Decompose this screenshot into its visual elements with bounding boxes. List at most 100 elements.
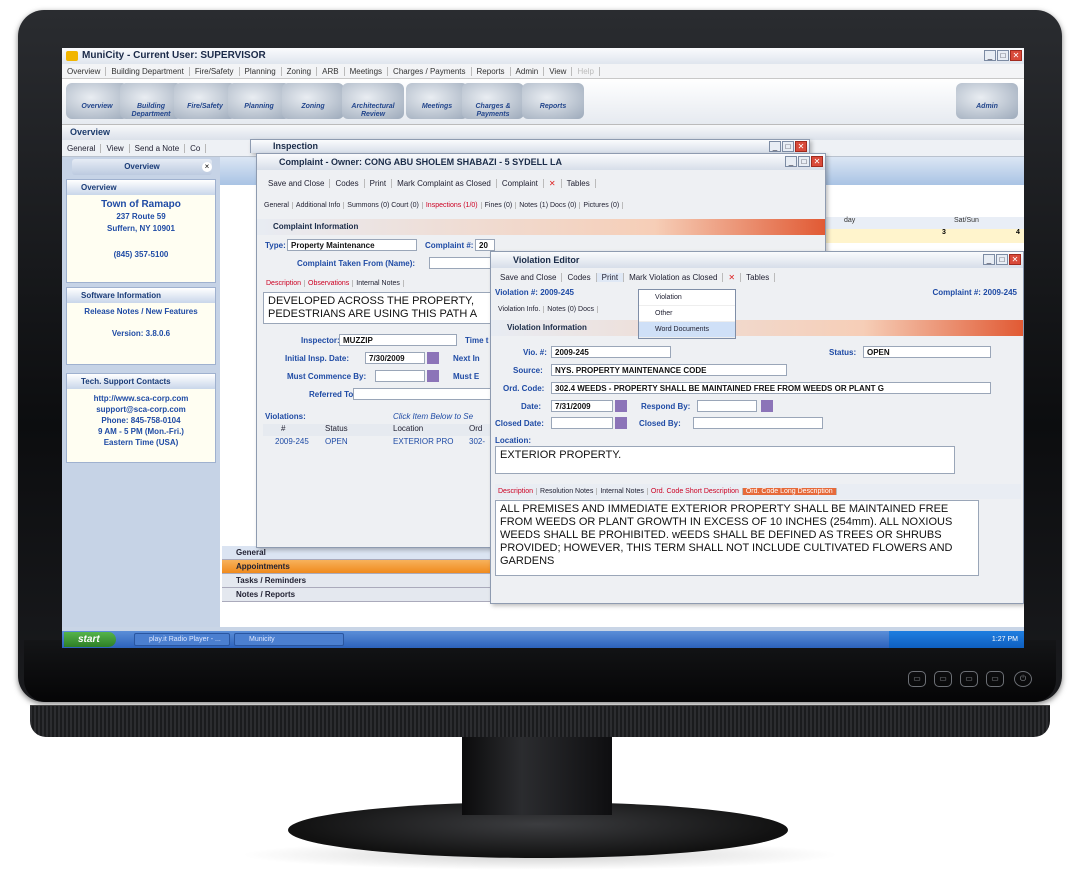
monitor-auto-button[interactable]: ▭: [934, 671, 952, 687]
date-field[interactable]: 7/31/2009: [551, 400, 613, 412]
print-menu-word-documents[interactable]: Word Documents: [639, 322, 735, 338]
support-website-link[interactable]: http://www.sca-corp.com: [69, 393, 213, 404]
tab-violation-info[interactable]: Violation Info.: [495, 306, 545, 313]
monitor-select-button[interactable]: ▭: [986, 671, 1004, 687]
closed-by-field[interactable]: [693, 417, 823, 429]
complaint-codes-button[interactable]: Codes: [330, 178, 365, 188]
tab-notes[interactable]: Notes (1) Docs (0): [516, 202, 581, 209]
complaint-number-field[interactable]: 20: [475, 239, 495, 251]
menu-meetings[interactable]: Meetings: [345, 66, 389, 76]
ribbon-meetings-button[interactable]: Meetings: [406, 83, 468, 119]
mark-complaint-closed-button[interactable]: Mark Complaint as Closed: [392, 178, 497, 188]
menu-charges[interactable]: Charges / Payments: [388, 66, 472, 76]
referred-to-field[interactable]: [353, 388, 495, 400]
ribbon-arb-button[interactable]: Architectural Review: [342, 83, 404, 119]
taskbar-municity[interactable]: Municity: [234, 633, 344, 646]
violation-save-close-button[interactable]: Save and Close: [495, 272, 563, 282]
menu-arb[interactable]: ARB: [317, 66, 345, 76]
calendar-day-4[interactable]: 4: [1016, 229, 1020, 236]
complaint-save-close-button[interactable]: Save and Close: [263, 178, 331, 188]
calendar-icon[interactable]: [427, 370, 439, 382]
calendar-icon[interactable]: [427, 352, 439, 364]
vdesc-tab-short[interactable]: Ord. Code Short Description: [648, 488, 743, 495]
complaint-close-icon[interactable]: ✕: [811, 156, 823, 167]
calendar-icon[interactable]: [615, 400, 627, 412]
ribbon-building-button[interactable]: Building Department: [120, 83, 182, 119]
menu-fire-safety[interactable]: Fire/Safety: [190, 66, 240, 76]
complaint-description-text[interactable]: DEVELOPED ACROSS THE PROPERTY, PEDESTRIA…: [263, 292, 495, 324]
support-email-link[interactable]: support@sca-corp.com: [69, 404, 213, 415]
complaint-minimize-icon[interactable]: _: [785, 156, 797, 167]
ribbon-overview-button[interactable]: Overview: [66, 83, 128, 119]
type-select[interactable]: Property Maintenance: [287, 239, 417, 251]
respond-by-field[interactable]: [697, 400, 757, 412]
calendar-icon[interactable]: [615, 417, 627, 429]
vio-number-field[interactable]: 2009-245: [551, 346, 671, 358]
menu-planning[interactable]: Planning: [240, 66, 282, 76]
mark-violation-closed-button[interactable]: Mark Violation as Closed: [624, 272, 724, 282]
close-icon[interactable]: ✕: [1010, 50, 1022, 61]
menu-overview[interactable]: Overview: [62, 66, 107, 76]
violation-maximize-icon[interactable]: □: [996, 254, 1008, 265]
monitor-power-button[interactable]: ⏻: [1014, 671, 1032, 687]
taskbar-radio-player[interactable]: play.it Radio Player - ...: [134, 633, 230, 646]
vdesc-tab-internal[interactable]: Internal Notes: [597, 488, 648, 495]
tab-fines[interactable]: Fines (0): [482, 202, 517, 209]
status-select[interactable]: OPEN: [863, 346, 991, 358]
tab-pictures[interactable]: Pictures (0): [580, 202, 624, 209]
calendar-icon[interactable]: [761, 400, 773, 412]
ribbon-planning-button[interactable]: Planning: [228, 83, 290, 119]
menu-reports[interactable]: Reports: [472, 66, 511, 76]
long-description-text[interactable]: ALL PREMISES AND IMMEDIATE EXTERIOR PROP…: [495, 500, 979, 576]
complaint-maximize-icon[interactable]: □: [798, 156, 810, 167]
violation-close-icon[interactable]: ✕: [1009, 254, 1021, 265]
tool-view[interactable]: View: [101, 143, 130, 153]
closed-date-field[interactable]: [551, 417, 613, 429]
violation-print-button[interactable]: Print: [596, 272, 625, 282]
delete-icon[interactable]: ✕: [544, 178, 562, 188]
desc-tab-observations[interactable]: Observations: [305, 280, 354, 287]
ribbon-admin-button[interactable]: Admin: [956, 83, 1018, 119]
ribbon-reports-button[interactable]: Reports: [522, 83, 584, 119]
tool-general[interactable]: General: [62, 143, 102, 153]
menu-admin[interactable]: Admin: [511, 66, 545, 76]
tool-co[interactable]: Co: [185, 143, 207, 153]
violation-minimize-icon[interactable]: _: [983, 254, 995, 265]
desc-tab-description[interactable]: Description: [263, 280, 306, 287]
tab-inspections[interactable]: Inspections (1/0): [423, 202, 482, 209]
sidebar-close-icon[interactable]: ×: [202, 162, 212, 172]
print-menu-other[interactable]: Other: [639, 306, 735, 322]
vdesc-tab-resolution[interactable]: Resolution Notes: [537, 488, 598, 495]
complaint-tables-button[interactable]: Tables: [562, 178, 596, 188]
monitor-menu-button[interactable]: ▭: [908, 671, 926, 687]
ribbon-charges-button[interactable]: Charges & Payments: [462, 83, 524, 119]
complaint-print-button[interactable]: Print: [365, 178, 393, 188]
violation-codes-button[interactable]: Codes: [562, 272, 597, 282]
tab-general[interactable]: General: [261, 202, 293, 209]
ribbon-fire-button[interactable]: Fire/Safety: [174, 83, 236, 119]
inspection-maximize-icon[interactable]: □: [782, 141, 794, 152]
maximize-icon[interactable]: □: [997, 50, 1009, 61]
must-commence-field[interactable]: [375, 370, 425, 382]
initial-date-field[interactable]: 7/30/2009: [365, 352, 425, 364]
start-button[interactable]: start: [64, 632, 116, 647]
inspector-select[interactable]: MUZZIP: [339, 334, 457, 346]
ribbon-zoning-button[interactable]: Zoning: [282, 83, 344, 119]
source-select[interactable]: NYS. PROPERTY MAINTENANCE CODE: [551, 364, 787, 376]
menu-zoning[interactable]: Zoning: [282, 66, 318, 76]
tab-summons[interactable]: Summons (0) Court (0): [344, 202, 423, 209]
tab-violation-notes[interactable]: Notes (0) Docs: [544, 306, 598, 313]
menu-help[interactable]: Help: [572, 66, 600, 76]
ord-code-select[interactable]: 302.4 WEEDS - PROPERTY SHALL BE MAINTAIN…: [551, 382, 991, 394]
menu-building-department[interactable]: Building Department: [106, 66, 190, 76]
delete-icon[interactable]: ✕: [723, 272, 742, 282]
table-row[interactable]: 2009-245 OPEN EXTERIOR PRO 302-: [263, 437, 495, 449]
release-notes-link[interactable]: Release Notes / New Features: [69, 307, 213, 317]
monitor-input-button[interactable]: ▭: [960, 671, 978, 687]
vdesc-tab-description[interactable]: Description: [495, 488, 538, 495]
inspection-minimize-icon[interactable]: _: [769, 141, 781, 152]
calendar-day-3[interactable]: 3: [942, 229, 946, 236]
vdesc-tab-long[interactable]: Ord. Code Long Description: [742, 488, 837, 495]
print-menu-violation[interactable]: Violation: [639, 290, 735, 306]
tab-additional-info[interactable]: Additional Info: [293, 202, 345, 209]
